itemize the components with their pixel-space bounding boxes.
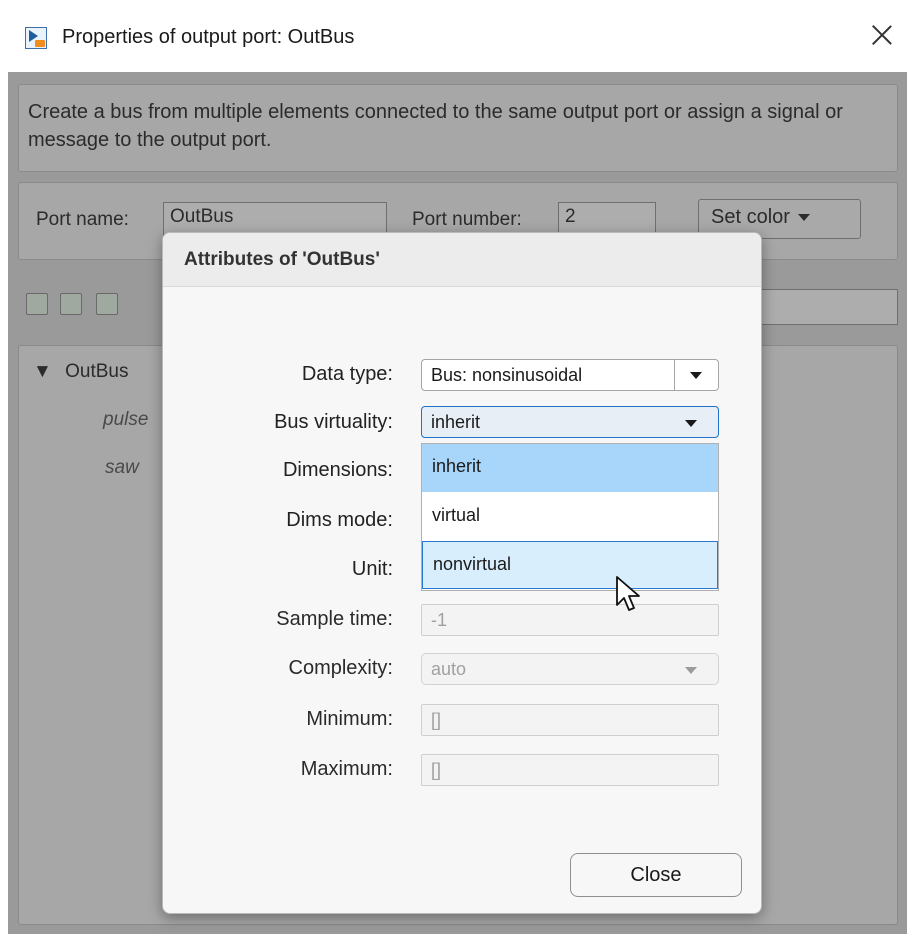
dimensions-label: Dimensions: bbox=[282, 459, 393, 481]
set-color-label: Set color bbox=[711, 206, 790, 228]
chevron-down-icon[interactable] bbox=[685, 420, 697, 427]
sample-time-input[interactable]: -1 bbox=[421, 604, 719, 636]
minimum-label: Minimum: bbox=[306, 708, 393, 730]
data-type-value: Bus: nonsinusoidal bbox=[431, 365, 583, 385]
maximum-label: Maximum: bbox=[300, 758, 393, 780]
add-bus-icon[interactable] bbox=[60, 293, 82, 315]
option-nonvirtual[interactable]: nonvirtual bbox=[422, 541, 718, 589]
bus-virtuality-dropdown[interactable]: inherit bbox=[421, 406, 719, 438]
dims-mode-label: Dims mode: bbox=[286, 509, 393, 531]
chevron-down-icon bbox=[685, 667, 697, 674]
close-icon[interactable] bbox=[868, 21, 896, 49]
dialog-title: Attributes of 'OutBus' bbox=[184, 249, 380, 270]
data-type-label: Data type: bbox=[301, 363, 393, 385]
mouse-pointer-icon bbox=[616, 576, 640, 611]
chevron-down-icon[interactable] bbox=[690, 372, 702, 379]
bus-virtuality-value: inherit bbox=[431, 412, 481, 432]
close-button[interactable]: Close bbox=[570, 853, 742, 897]
bus-virtuality-label: Bus virtuality: bbox=[274, 411, 393, 433]
window-title: Properties of output port: OutBus bbox=[62, 26, 355, 48]
maximum-input[interactable]: [] bbox=[421, 754, 719, 786]
description-text: Create a bus from multiple elements conn… bbox=[28, 101, 843, 151]
dialog-header: Attributes of 'OutBus' bbox=[163, 233, 761, 287]
complexity-label: Complexity: bbox=[288, 657, 393, 679]
tree-root[interactable]: ▼ OutBus bbox=[33, 361, 128, 383]
option-inherit[interactable]: inherit bbox=[422, 444, 718, 492]
window-titlebar: Properties of output port: OutBus bbox=[0, 0, 907, 72]
bus-virtuality-options: inherit virtual nonvirtual bbox=[421, 443, 719, 591]
sample-time-label: Sample time: bbox=[276, 608, 393, 630]
tree-item-saw[interactable]: saw bbox=[105, 457, 139, 479]
option-virtual[interactable]: virtual bbox=[422, 493, 718, 541]
tree-item-pulse[interactable]: pulse bbox=[103, 409, 148, 431]
port-number-label: Port number: bbox=[412, 209, 522, 230]
port-name-label: Port name: bbox=[36, 209, 129, 230]
complexity-dropdown[interactable]: auto bbox=[421, 653, 719, 685]
complexity-value: auto bbox=[431, 659, 467, 679]
refresh-icon[interactable] bbox=[96, 293, 118, 315]
simulink-port-icon bbox=[25, 27, 47, 49]
data-type-divider bbox=[674, 359, 675, 391]
add-element-icon[interactable] bbox=[26, 293, 48, 315]
port-name-input[interactable]: OutBus bbox=[163, 202, 387, 236]
port-number-input[interactable]: 2 bbox=[558, 202, 656, 236]
attributes-dialog: Attributes of 'OutBus' Data type: Bus: n… bbox=[162, 232, 762, 914]
unit-label: Unit: bbox=[351, 558, 393, 580]
chevron-down-icon bbox=[797, 214, 810, 221]
minimum-input[interactable]: [] bbox=[421, 704, 719, 736]
